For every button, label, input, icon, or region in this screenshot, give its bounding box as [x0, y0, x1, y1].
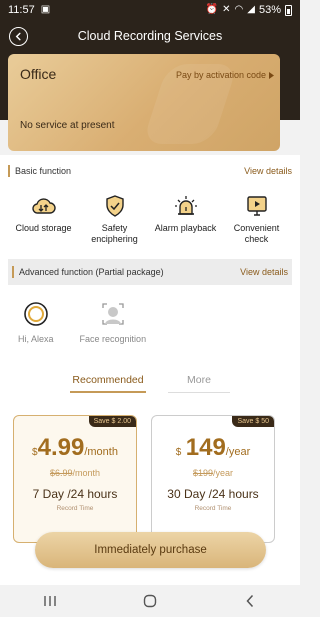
- advanced-view-details-link[interactable]: View details: [240, 267, 288, 277]
- section-marker: [8, 165, 10, 177]
- feature-label: Face recognition: [79, 334, 147, 344]
- feature-label: Cloud storage: [15, 223, 72, 233]
- basic-function-list: Cloud storage Safety enciphering Alarm p…: [8, 193, 292, 245]
- status-bar: 11:57 ▣ ⏰ ✕ ◠ ◢ 53%: [0, 0, 300, 20]
- page-title: Cloud Recording Services: [77, 29, 223, 43]
- save-badge: Save $ 50: [232, 416, 274, 427]
- tab-more[interactable]: More: [168, 374, 230, 393]
- tab-recommended[interactable]: Recommended: [70, 374, 146, 393]
- price-amount: 4.99: [37, 434, 85, 461]
- alarm-light-icon: [173, 193, 199, 219]
- battery-icon: [285, 4, 292, 16]
- wifi-icon: ◠: [234, 4, 244, 15]
- basic-function-title: Basic function: [15, 166, 72, 176]
- status-time: 11:57: [8, 4, 35, 16]
- original-price: $6.99/month: [14, 468, 136, 478]
- original-price-period: /year: [213, 468, 234, 478]
- original-price-amount: $6.99: [49, 468, 73, 478]
- feature-alarm-playback: Alarm playback: [153, 193, 219, 245]
- advanced-function-list: Hi, Alexa Face recognition: [8, 300, 146, 344]
- alexa-icon: [22, 300, 50, 328]
- content-panel: Basic function View details Cloud storag…: [0, 155, 300, 585]
- back-nav-button[interactable]: [230, 589, 270, 613]
- feature-convenient-check: Convenient check: [224, 193, 290, 245]
- image-notification-icon: ▣: [40, 4, 51, 15]
- device-card: Office Pay by activation code No service…: [8, 54, 280, 151]
- feature-safety-enciphering: Safety enciphering: [82, 193, 148, 245]
- original-price: $199/year: [152, 468, 274, 478]
- feature-hi-alexa: Hi, Alexa: [18, 300, 54, 344]
- plan-price: $4.99/month: [14, 434, 136, 462]
- activation-code-label: Pay by activation code: [175, 70, 266, 80]
- monitor-play-icon: [244, 193, 270, 219]
- plan-price: $ 149/year: [152, 434, 274, 462]
- feature-label: Safety enciphering: [91, 223, 138, 244]
- device-name: Office: [20, 66, 57, 82]
- plan-duration: 30 Day /24 hours: [167, 487, 259, 501]
- activation-code-link[interactable]: Pay by activation code: [176, 70, 274, 80]
- system-nav-bar: [0, 585, 300, 617]
- caret-right-icon: [269, 71, 274, 79]
- battery-percent: 53%: [258, 4, 281, 16]
- original-price-amount: $199: [192, 468, 213, 478]
- price-amount: 149: [185, 434, 226, 461]
- plan-tabs: Recommended More: [0, 374, 300, 393]
- plan-duration: 7 Day /24 hours: [32, 487, 118, 501]
- original-price-period: /month: [72, 468, 101, 478]
- cloud-storage-icon: [31, 193, 57, 219]
- price-period: /month: [84, 446, 118, 458]
- price-period: /year: [225, 446, 251, 458]
- feature-label: Hi, Alexa: [18, 334, 54, 344]
- record-time-label: Record Time: [194, 505, 232, 512]
- basic-view-details-link[interactable]: View details: [244, 166, 292, 176]
- advanced-function-header: Advanced function (Partial package) View…: [8, 259, 292, 285]
- alarm-icon: ⏰: [205, 4, 219, 15]
- feature-label: Convenient check: [233, 223, 280, 244]
- mute-icon: ✕: [222, 4, 231, 15]
- feature-label: Alarm playback: [154, 223, 217, 233]
- home-icon: [143, 594, 157, 608]
- basic-function-header: Basic function View details: [8, 161, 292, 181]
- plan-card-yearly[interactable]: Save $ 50 $ 149/year $199/year 30 Day /2…: [151, 415, 275, 543]
- recent-apps-button[interactable]: [30, 589, 70, 613]
- signal-icon: ◢: [247, 4, 255, 15]
- home-button[interactable]: [130, 589, 170, 613]
- advanced-function-title: Advanced function (Partial package): [19, 267, 164, 277]
- feature-face-recognition: Face recognition: [79, 300, 147, 344]
- feature-cloud-storage: Cloud storage: [11, 193, 77, 245]
- plan-card-monthly[interactable]: Save $ 2.00 $4.99/month $6.99/month 7 Da…: [13, 415, 137, 543]
- face-recognition-icon: [99, 300, 127, 328]
- price-currency: $: [175, 447, 182, 458]
- recent-apps-icon: [44, 596, 56, 606]
- service-status: No service at present: [20, 120, 115, 131]
- section-marker: [12, 266, 14, 278]
- record-time-label: Record Time: [56, 505, 94, 512]
- save-badge: Save $ 2.00: [88, 416, 136, 427]
- back-arrow-icon: [246, 594, 254, 608]
- purchase-button[interactable]: Immediately purchase: [35, 532, 266, 568]
- shield-check-icon: [102, 193, 128, 219]
